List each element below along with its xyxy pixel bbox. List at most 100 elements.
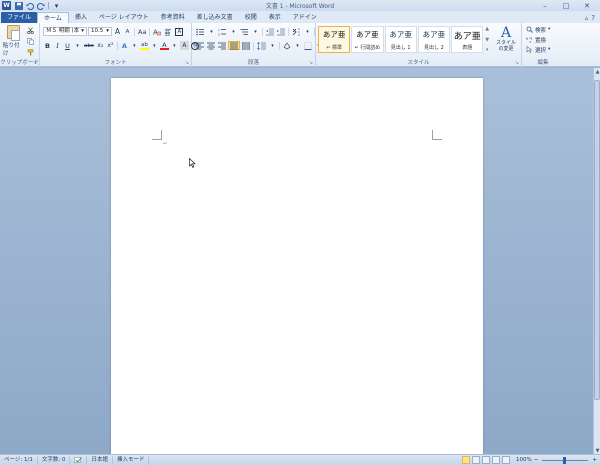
text-effects-button[interactable]: A — [120, 41, 129, 50]
style-no-spacing[interactable]: あア亜 ↵ 行間詰め — [351, 26, 384, 53]
change-styles-button[interactable]: A スタイルの変更 — [494, 26, 518, 52]
status-insert-mode[interactable]: 挿入モード — [113, 455, 150, 465]
multilevel-dropdown-icon[interactable]: ▾ — [251, 27, 260, 36]
shading-dropdown-icon[interactable]: ▾ — [293, 41, 302, 50]
minimize-ribbon-icon[interactable]: ▵ — [585, 14, 589, 22]
draft-view-icon[interactable] — [502, 456, 511, 464]
font-size-dropdown[interactable]: 10.5 ▾ — [88, 27, 112, 36]
scroll-down-icon[interactable]: ▼ — [594, 447, 600, 454]
style-normal[interactable]: あア亜 ↵ 標準 — [318, 26, 351, 53]
tab-mailings[interactable]: 差し込み文書 — [191, 12, 239, 23]
styles-launcher-icon[interactable]: ↘ — [515, 60, 519, 66]
font-color-dropdown-icon[interactable]: ▾ — [170, 41, 179, 50]
maximize-button[interactable]: □ — [556, 1, 576, 10]
multilevel-list-icon[interactable] — [239, 27, 250, 36]
document-page[interactable]: ↵ — [111, 78, 483, 454]
strikethrough-button[interactable]: abc — [83, 41, 95, 50]
asian-layout-dropdown-icon[interactable]: ▾ — [303, 27, 312, 36]
numbering-dropdown-icon[interactable]: ▾ — [229, 27, 238, 36]
tab-home[interactable]: ホーム — [37, 12, 69, 23]
align-center-icon[interactable] — [206, 41, 216, 50]
replace-button[interactable]: ac 置換 — [525, 35, 547, 44]
select-button[interactable]: 選択 ▾ — [525, 45, 551, 54]
tab-view[interactable]: 表示 — [263, 12, 287, 23]
tab-file[interactable]: ファイル — [1, 12, 38, 23]
style-title[interactable]: あア亜 表題 — [451, 26, 484, 53]
underline-button[interactable]: U — [63, 41, 72, 50]
redo-icon[interactable] — [36, 1, 45, 10]
distributed-icon[interactable] — [241, 41, 251, 50]
asian-layout-icon[interactable] — [291, 27, 302, 36]
tab-addins[interactable]: アドイン — [287, 12, 323, 23]
zoom-slider[interactable] — [542, 456, 589, 464]
print-layout-view-icon[interactable] — [462, 456, 471, 464]
bullets-dropdown-icon[interactable]: ▾ — [207, 27, 216, 36]
justify-icon[interactable] — [228, 41, 240, 50]
paragraph-launcher-icon[interactable]: ↘ — [309, 60, 313, 66]
tab-insert[interactable]: 挿入 — [69, 12, 93, 23]
gallery-up-icon[interactable]: ▲ — [485, 26, 489, 32]
proofing-icon[interactable] — [70, 455, 88, 465]
gallery-more-icon[interactable]: ▾ — [486, 47, 489, 53]
bold-button[interactable]: B — [43, 41, 52, 50]
grow-font-button[interactable]: A — [113, 27, 122, 36]
text-effects-dropdown-icon[interactable]: ▾ — [130, 41, 139, 50]
subscript-button[interactable]: x₂ — [96, 41, 105, 50]
decrease-indent-icon[interactable] — [265, 27, 275, 36]
status-language[interactable]: 日本語 — [87, 455, 113, 465]
underline-dropdown-icon[interactable]: ▾ — [73, 41, 82, 50]
italic-button[interactable]: I — [53, 41, 62, 50]
customize-qat-icon[interactable]: ▾ — [52, 1, 61, 10]
minimize-button[interactable]: – — [535, 1, 555, 10]
full-screen-reading-view-icon[interactable] — [472, 456, 481, 464]
copy-icon[interactable] — [26, 37, 35, 46]
font-launcher-icon[interactable]: ↘ — [185, 60, 189, 66]
zoom-level[interactable]: 100% — [516, 457, 532, 463]
highlight-dropdown-icon[interactable]: ▾ — [150, 41, 159, 50]
save-icon[interactable] — [14, 1, 23, 10]
increase-indent-icon[interactable] — [276, 27, 286, 36]
superscript-button[interactable]: x² — [106, 41, 115, 50]
phonetic-guide-icon[interactable]: 亜 — [163, 27, 173, 36]
gallery-down-icon[interactable]: ▼ — [485, 37, 489, 43]
zoom-in-button[interactable]: + — [592, 457, 597, 463]
cut-icon[interactable] — [26, 26, 35, 35]
highlight-button[interactable]: ab — [139, 41, 149, 50]
scroll-up-icon[interactable]: ▲ — [594, 68, 600, 75]
font-name-dropdown[interactable]: ＭＳ 明朝 (本 ▾ — [43, 27, 87, 36]
format-painter-icon[interactable] — [26, 48, 35, 57]
style-heading-2[interactable]: あア亜 見出し 2 — [417, 26, 451, 53]
shrink-font-button[interactable]: A — [123, 27, 132, 36]
web-layout-view-icon[interactable] — [482, 456, 491, 464]
paste-button[interactable]: 貼り付け — [3, 25, 23, 57]
tab-references[interactable]: 参考資料 — [155, 12, 191, 23]
help-icon[interactable]: ? — [591, 14, 595, 22]
style-heading-1[interactable]: あア亜 見出し 1 — [384, 26, 417, 53]
vertical-scrollbar[interactable]: ▲ ▼ — [593, 68, 600, 454]
align-left-icon[interactable] — [195, 41, 205, 50]
change-case-button[interactable]: Aa — [137, 27, 147, 36]
status-page-count[interactable]: ページ: 1/1 — [0, 455, 38, 465]
character-border-button[interactable]: A — [174, 27, 184, 36]
clear-formatting-icon[interactable]: A — [152, 27, 162, 36]
borders-icon[interactable] — [303, 41, 313, 50]
clipboard-launcher-icon[interactable]: ↘ — [33, 60, 37, 66]
font-color-button[interactable]: A — [159, 41, 169, 50]
word-app-icon[interactable]: W — [2, 1, 11, 10]
tab-review[interactable]: 校閲 — [239, 12, 263, 23]
close-button[interactable]: ✕ — [577, 1, 597, 10]
undo-icon[interactable] — [25, 1, 34, 10]
zoom-slider-thumb[interactable] — [563, 456, 567, 464]
tab-page-layout[interactable]: ページ レイアウト — [93, 12, 155, 23]
numbering-icon[interactable]: 12 — [217, 27, 228, 36]
character-shading-button[interactable]: A — [179, 41, 189, 50]
find-button[interactable]: 検索 ▾ — [525, 25, 551, 34]
status-word-count[interactable]: 文字数: 0 — [38, 455, 71, 465]
bullets-icon[interactable] — [195, 27, 206, 36]
scroll-thumb[interactable] — [594, 80, 600, 400]
line-spacing-icon[interactable] — [256, 41, 267, 50]
align-right-icon[interactable] — [217, 41, 227, 50]
outline-view-icon[interactable] — [492, 456, 501, 464]
zoom-out-button[interactable]: − — [534, 457, 539, 463]
line-spacing-dropdown-icon[interactable]: ▾ — [268, 41, 277, 50]
